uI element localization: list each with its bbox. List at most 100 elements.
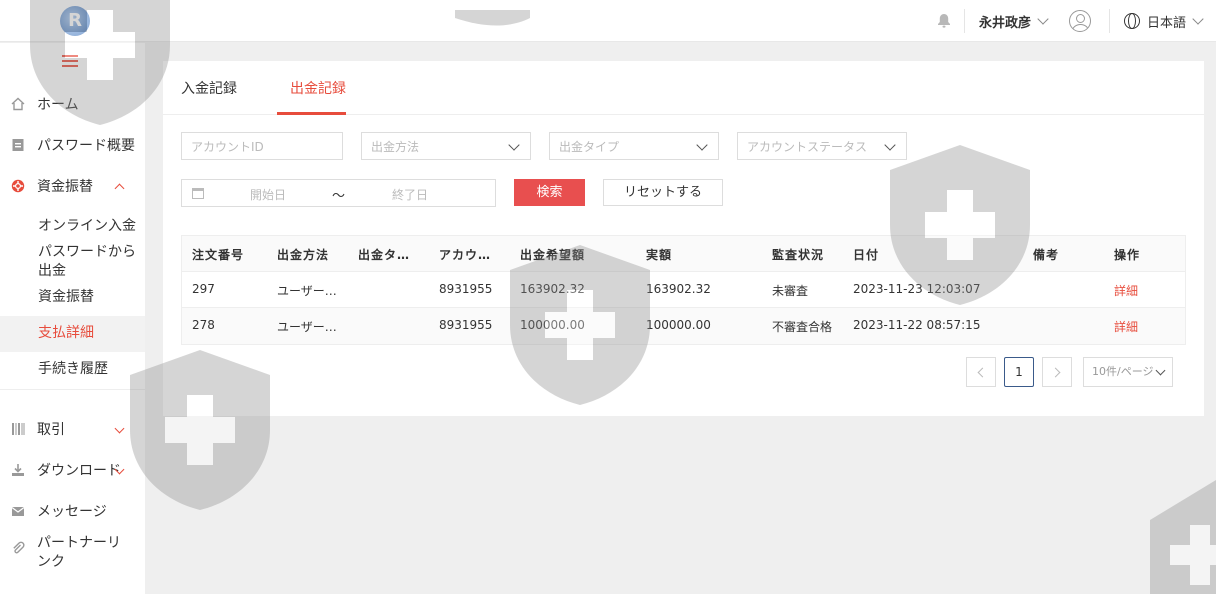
sidebar-item-messages[interactable]: メッセージ — [0, 493, 145, 529]
column-header: 実額 — [646, 248, 673, 262]
date-cell: 2023-11-22 08:57:15 — [853, 318, 981, 332]
sidebar-subitem-procedure-history[interactable]: 手続き履歴 — [38, 360, 138, 379]
sidebar-subitem-online-deposit[interactable]: オンライン入金 — [38, 217, 138, 236]
chevron-down-icon — [884, 139, 896, 151]
globe-icon — [1123, 13, 1140, 29]
sidebar-item-label: 取引 — [37, 422, 65, 438]
account-id-input[interactable]: アカウントID — [181, 132, 343, 160]
search-button[interactable]: 検索 — [514, 179, 585, 206]
active-tab-indicator — [277, 112, 346, 115]
date-range-picker[interactable]: 開始日 ～ 終了日 — [181, 179, 496, 207]
column-header: 日付 — [853, 248, 880, 262]
order-number-cell: 278 — [192, 318, 215, 332]
account-status-select[interactable]: アカウントステータス — [737, 132, 907, 160]
column-header: 操作 — [1114, 248, 1141, 262]
language-selector[interactable]: 日本語 — [1110, 12, 1216, 31]
column-header: アカウ… — [439, 248, 492, 262]
withdraw-method-placeholder: 出金方法 — [371, 139, 420, 154]
avatar-icon[interactable] — [1068, 10, 1091, 32]
audit-status-cell: 未審査 — [772, 284, 809, 298]
home-icon — [11, 97, 25, 111]
start-date-input[interactable]: 開始日 — [250, 186, 286, 203]
logo[interactable]: R — [60, 6, 90, 36]
chevron-down-icon — [696, 139, 708, 151]
sidebar-subitem-withdraw-from-password[interactable]: パスワードから出金 — [38, 243, 138, 281]
withdraw-method-select[interactable]: 出金方法 — [361, 132, 531, 160]
download-icon — [11, 463, 25, 477]
sidebar-item-label: パスワード概要 — [37, 138, 135, 154]
column-header: 注文番号 — [192, 248, 245, 262]
prev-page-button[interactable] — [966, 357, 996, 387]
table-header-row: 注文番号 出金方法 出金タ… アカウ… 出金希望額 実額 監査状況 日付 備考 … — [182, 236, 1185, 272]
details-link[interactable]: 詳細 — [1114, 318, 1138, 335]
sidebar-item-label: ダウンロード — [37, 463, 121, 479]
barcode-icon — [11, 422, 25, 436]
notification-bell-icon[interactable] — [924, 0, 964, 42]
sidebar-subitem-fund-transfer[interactable]: 資金振替 — [38, 288, 138, 307]
account-id-placeholder: アカウントID — [191, 139, 264, 154]
requested-amount-cell: 100000.00 — [520, 318, 585, 332]
menu-toggle-icon[interactable] — [62, 55, 78, 67]
sidebar-item-download[interactable]: ダウンロード — [0, 452, 145, 488]
column-header: 出金希望額 — [520, 248, 586, 262]
sidebar-item-fund-transfer[interactable]: 資金振替 — [0, 168, 145, 204]
reset-button[interactable]: リセットする — [603, 179, 723, 206]
chevron-down-icon — [508, 139, 520, 151]
column-header: 出金方法 — [277, 248, 330, 262]
paperclip-icon — [11, 541, 25, 555]
actual-amount-cell: 100000.00 — [646, 318, 711, 332]
language-label: 日本語 — [1146, 15, 1186, 31]
sidebar-item-partner-link[interactable]: パートナーリンク — [0, 533, 145, 573]
sidebar-item-label: パートナーリンク — [37, 535, 121, 570]
withdraw-method-cell: ユーザー… — [277, 320, 337, 334]
end-date-input[interactable]: 終了日 — [392, 186, 428, 203]
language-chevron-down-icon — [1192, 13, 1204, 25]
column-header: 出金タ… — [358, 248, 411, 262]
tab-deposit-records[interactable]: 入金記録 — [181, 78, 237, 98]
sidebar-item-label: 資金振替 — [37, 179, 93, 195]
column-header: 備考 — [1033, 248, 1060, 262]
table-row: 297 ユーザー… 8931955 163902.32 163902.32 未審… — [182, 272, 1185, 308]
sidebar-item-home[interactable]: ホーム — [0, 86, 145, 122]
account-cell: 8931955 — [439, 318, 493, 332]
page-size-select[interactable]: 10件/ページ — [1083, 357, 1173, 387]
next-page-button[interactable] — [1042, 357, 1072, 387]
tab-withdrawal-records[interactable]: 出金記録 — [290, 78, 346, 98]
chevron-left-icon — [977, 367, 988, 378]
page-size-label: 10件/ページ — [1092, 365, 1154, 378]
sidebar-item-label: ホーム — [37, 97, 79, 113]
date-cell: 2023-11-23 12:03:07 — [853, 282, 981, 296]
main-card: 入金記録 出金記録 アカウントID 出金方法 出金タイプ アカウントステータス … — [163, 61, 1204, 416]
account-cell: 8931955 — [439, 282, 493, 296]
mail-icon — [11, 504, 25, 518]
withdraw-type-select[interactable]: 出金タイプ — [549, 132, 719, 160]
chevron-right-icon — [1050, 367, 1061, 378]
transfer-icon — [11, 179, 25, 193]
chevron-down-icon — [1155, 365, 1166, 376]
chevron-up-icon — [114, 183, 125, 194]
withdraw-type-placeholder: 出金タイプ — [559, 139, 620, 154]
tab-bar: 入金記録 出金記録 — [163, 61, 1204, 115]
top-header: R 永井政彦 日本語 — [0, 0, 1216, 42]
account-status-placeholder: アカウントステータス — [747, 139, 868, 154]
document-icon — [11, 138, 25, 152]
user-menu-chevron-down-icon[interactable] — [1037, 13, 1049, 25]
details-link[interactable]: 詳細 — [1114, 282, 1138, 299]
sidebar: ホーム パスワード概要 資金振替 オンライン入金 パスワードから出金 資金振替 … — [0, 43, 145, 594]
requested-amount-cell: 163902.32 — [520, 282, 585, 296]
user-name[interactable]: 永井政彦 — [965, 12, 1039, 31]
sidebar-divider — [0, 389, 145, 390]
page-number-button[interactable]: 1 — [1004, 357, 1034, 387]
column-header: 監査状況 — [772, 248, 825, 262]
order-number-cell: 297 — [192, 282, 215, 296]
table-row: 278 ユーザー… 8931955 100000.00 100000.00 不審… — [182, 308, 1185, 344]
withdraw-method-cell: ユーザー… — [277, 284, 337, 298]
sidebar-item-password-overview[interactable]: パスワード概要 — [0, 127, 145, 163]
sidebar-item-label: メッセージ — [37, 504, 107, 520]
audit-status-cell: 不審査合格 — [772, 320, 833, 334]
date-separator: ～ — [332, 189, 346, 204]
calendar-icon — [192, 188, 204, 199]
header-right: 永井政彦 日本語 — [924, 0, 1216, 42]
sidebar-subitem-payment-details[interactable]: 支払詳細 — [38, 324, 138, 343]
sidebar-item-trade[interactable]: 取引 — [0, 411, 145, 447]
